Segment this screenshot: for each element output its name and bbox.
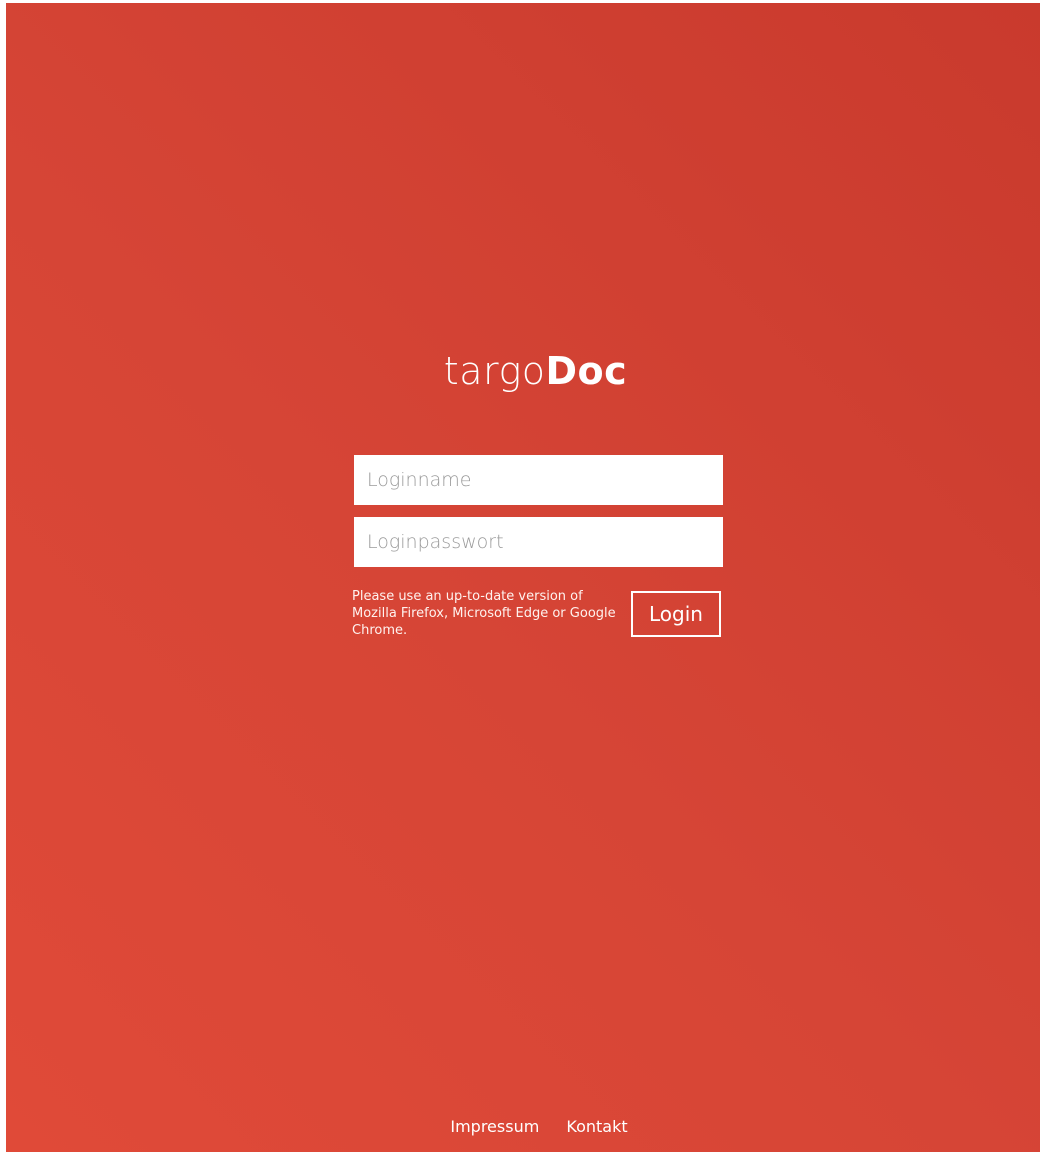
footer-links: Impressum Kontakt — [6, 1116, 1040, 1138]
impressum-link[interactable]: Impressum — [450, 1117, 539, 1136]
loginname-input[interactable] — [354, 455, 723, 505]
login-button[interactable]: Login — [631, 591, 721, 637]
loginpasswort-input[interactable] — [354, 517, 723, 567]
kontakt-link[interactable]: Kontakt — [566, 1117, 627, 1136]
login-page: targoDoc Please use an up-to-date versio… — [6, 3, 1040, 1152]
browser-hint: Please use an up-to-date version of Mozi… — [352, 589, 616, 638]
brand-logo: targoDoc — [6, 346, 1040, 396]
brand-prefix: targo — [443, 349, 546, 393]
brand-suffix: Doc — [545, 349, 628, 393]
